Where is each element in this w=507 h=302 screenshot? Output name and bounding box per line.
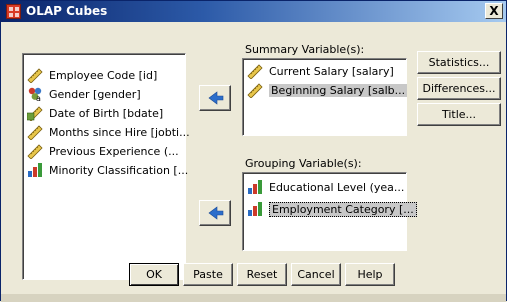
list-item-label: Months since Hire [jobti... — [49, 125, 190, 139]
reset-button[interactable]: Reset — [237, 263, 287, 286]
summary-variables-label: Summary Variable(s): — [245, 43, 365, 56]
list-item-label: Beginning Salary [salb... — [269, 83, 408, 97]
close-button[interactable]: X — [485, 3, 503, 19]
arrow-right-icon — [208, 206, 224, 220]
list-item-label: Minority Classification [... — [49, 163, 189, 177]
help-button[interactable]: Help — [345, 263, 395, 286]
ruler-scale-icon — [27, 124, 43, 141]
svg-text:a: a — [36, 94, 41, 102]
ruler-scale-icon — [27, 67, 43, 84]
summary-variable-list[interactable]: Current Salary [salary] Beginning Salary … — [242, 58, 408, 136]
list-item-label: Previous Experience (... — [49, 144, 179, 158]
source-variable-list[interactable]: Employee Code [id] a Gender [gender] Date o… — [22, 53, 190, 280]
arrow-right-icon — [208, 91, 224, 105]
list-item-label: Educational Level (yea... — [269, 180, 405, 194]
window-title: OLAP Cubes — [26, 4, 108, 18]
ordinal-bars-icon — [247, 179, 263, 195]
ordinal-bars-icon — [247, 201, 263, 217]
list-item[interactable]: Date of Birth [bdate] — [26, 104, 164, 122]
list-item[interactable]: Beginning Salary [salb... — [247, 81, 408, 99]
list-item[interactable]: Current Salary [salary] — [247, 62, 394, 80]
list-item-label: Employment Category [... — [269, 201, 417, 217]
list-item[interactable]: Months since Hire [jobti... — [27, 123, 190, 141]
list-item-label: Date of Birth [bdate] — [49, 106, 164, 120]
ruler-scale-icon — [247, 82, 263, 99]
ok-button[interactable]: OK — [129, 263, 179, 286]
ordinal-bars-icon — [27, 162, 43, 178]
grouping-variable-list[interactable]: Educational Level (yea... Employment Cate… — [242, 172, 417, 251]
move-to-grouping-button[interactable] — [199, 200, 231, 226]
statistics-button[interactable]: Statistics... — [417, 51, 501, 74]
list-item[interactable]: Previous Experience (... — [27, 142, 179, 160]
list-item[interactable]: Employment Category [... — [247, 200, 417, 218]
list-item[interactable]: Educational Level (yea... — [247, 178, 404, 196]
differences-button[interactable]: Differences... — [417, 77, 501, 100]
olap-cubes-dialog: OLAP Cubes X Employee Code [id] a Gender [… — [0, 0, 507, 302]
title-button[interactable]: Title... — [417, 103, 501, 126]
spss-app-icon — [6, 4, 21, 19]
list-item-label: Current Salary [salary] — [269, 64, 394, 78]
ruler-scale-icon — [247, 63, 263, 80]
ruler-scale-icon — [27, 143, 43, 160]
nominal-people-icon: a — [27, 86, 43, 103]
cancel-button[interactable]: Cancel — [291, 263, 341, 286]
list-item[interactable]: a Gender [gender] — [27, 85, 141, 103]
list-item-label: Employee Code [id] — [49, 68, 158, 82]
list-item[interactable]: Employee Code [id] — [27, 66, 157, 84]
move-to-summary-button[interactable] — [199, 85, 231, 111]
paste-button[interactable]: Paste — [183, 263, 233, 286]
title-bar[interactable]: OLAP Cubes X — [1, 1, 506, 22]
list-item[interactable]: Minority Classification [... — [27, 161, 188, 179]
grouping-variables-label: Grouping Variable(s): — [245, 157, 362, 170]
ruler-date-icon — [26, 105, 43, 122]
list-item-label: Gender [gender] — [49, 87, 141, 101]
